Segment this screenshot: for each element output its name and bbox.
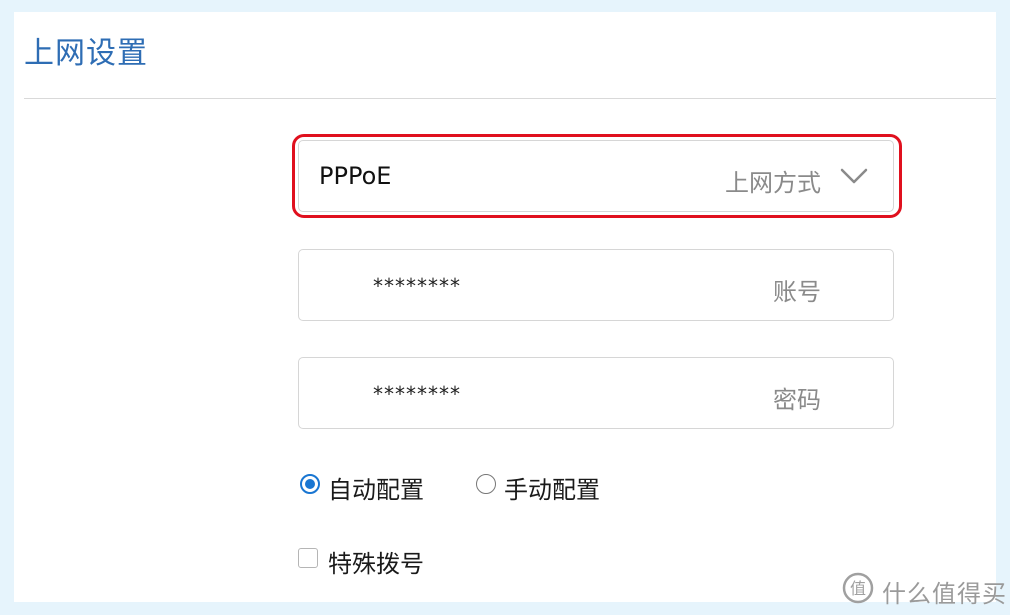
connection-type-label: 上网方式: [725, 169, 821, 197]
special-dial-checkbox[interactable]: [298, 548, 318, 568]
watermark-text: 什么值得买: [882, 580, 1007, 608]
watermark: 值 什么值得买: [842, 572, 1010, 608]
auto-config-label[interactable]: 自动配置: [328, 470, 424, 505]
password-value: ********: [373, 382, 461, 406]
password-label: 密码: [773, 386, 821, 414]
account-field[interactable]: ******** 账号: [298, 249, 894, 321]
account-label: 账号: [773, 278, 821, 306]
special-dial-label[interactable]: 特殊拨号: [328, 544, 424, 579]
account-value: ********: [373, 274, 461, 298]
config-mode-group: 自动配置 手动配置: [298, 470, 698, 504]
manual-config-radio[interactable]: [476, 474, 496, 494]
page-title: 上网设置: [24, 36, 148, 71]
chevron-down-icon[interactable]: [839, 165, 869, 187]
title-divider: [24, 98, 996, 99]
manual-config-label[interactable]: 手动配置: [504, 470, 600, 505]
smzdm-logo-icon: 值: [842, 572, 874, 604]
auto-config-radio[interactable]: [300, 474, 320, 494]
svg-text:值: 值: [850, 579, 866, 598]
connection-type-select[interactable]: PPPoE 上网方式: [298, 140, 894, 212]
password-field[interactable]: ******** 密码: [298, 357, 894, 429]
connection-type-value: PPPoE: [319, 162, 392, 190]
